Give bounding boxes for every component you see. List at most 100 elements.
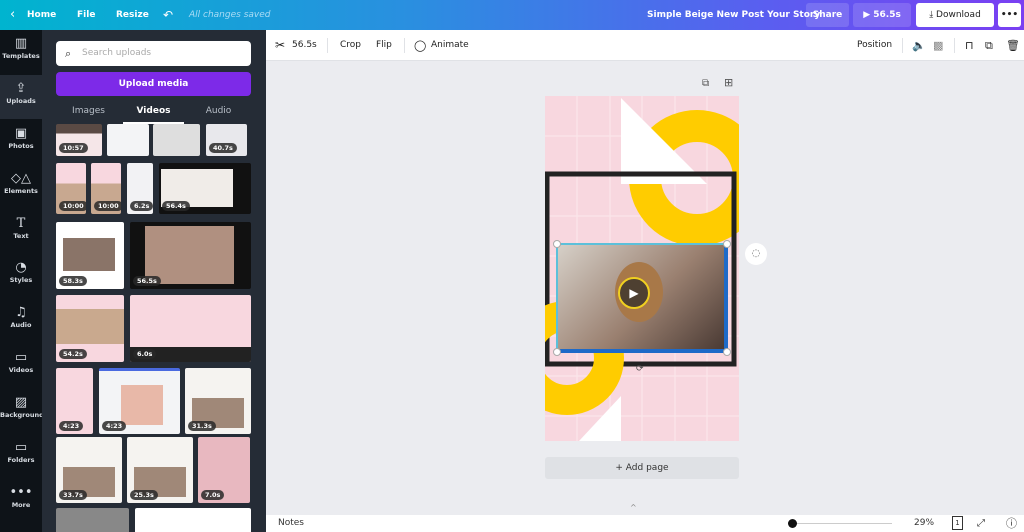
rail-item-folders[interactable]: ▭ Folders — [0, 434, 42, 478]
notes-button[interactable]: Notes — [278, 515, 304, 532]
add-page-button[interactable]: + Add page — [545, 457, 739, 479]
zoom-slider-handle[interactable] — [788, 519, 797, 528]
video-thumbnail[interactable]: 33.7s — [56, 437, 122, 503]
rail-item-text[interactable]: T Text — [0, 210, 42, 254]
video-thumbnail[interactable]: 10:57 — [56, 124, 102, 156]
play-video-icon[interactable]: ▶ — [618, 277, 650, 309]
duration-badge: 33.7s — [59, 490, 87, 500]
duration-badge: 31.3s — [188, 421, 216, 431]
animate-button[interactable]: Animate — [431, 30, 469, 61]
resize-handle[interactable] — [723, 240, 731, 248]
video-thumbnail[interactable]: 58.3s — [56, 222, 124, 289]
rail-item-styles[interactable]: ◔ Styles — [0, 254, 42, 298]
animate-icon[interactable]: ◯ — [414, 30, 426, 61]
zoom-slider[interactable] — [788, 523, 892, 524]
video-thumbnail[interactable]: 10:00 — [56, 163, 86, 214]
rail-label: Text — [13, 232, 29, 240]
rail-item-more[interactable]: ••• More — [0, 479, 42, 523]
upload-media-button[interactable]: Upload media — [56, 72, 251, 96]
search-placeholder: Search uploads — [82, 48, 152, 58]
duration-badge: 25.3s — [130, 490, 158, 500]
share-label: Share — [812, 10, 843, 20]
crop-button[interactable]: Crop — [340, 30, 361, 61]
duplicate-page-icon[interactable]: ⧉ — [702, 78, 709, 89]
tab-videos[interactable]: Videos — [121, 102, 186, 124]
divider — [902, 38, 903, 53]
volume-icon[interactable]: 🔈 — [912, 30, 926, 61]
duplicate-icon[interactable]: ⧉ — [985, 30, 993, 61]
tab-images[interactable]: Images — [56, 102, 121, 120]
transparency-icon[interactable]: ▩ — [933, 30, 943, 61]
trim-duration[interactable]: 56.5s — [292, 30, 317, 61]
trash-icon[interactable]: 🗑 — [1006, 30, 1020, 61]
upload-cloud-icon: ⇪ — [15, 81, 27, 96]
add-page-icon[interactable]: ⊞ — [724, 76, 733, 89]
video-thumbnail[interactable]: 31.3s — [185, 368, 251, 434]
share-button[interactable]: Share — [806, 3, 849, 27]
video-thumbnail[interactable]: 6.2s — [127, 163, 153, 214]
unlock-icon[interactable]: ⊓ — [965, 30, 974, 61]
document-title[interactable]: Simple Beige New Post Your Story — [647, 0, 820, 30]
home-button[interactable]: Home — [27, 0, 56, 30]
rail-label: Photos — [8, 142, 34, 150]
fullscreen-icon[interactable]: ⤢ — [977, 515, 985, 532]
video-thumbnail[interactable] — [107, 124, 149, 156]
tab-audio[interactable]: Audio — [186, 102, 251, 120]
text-icon: T — [16, 216, 26, 231]
video-thumbnail[interactable] — [56, 508, 129, 532]
video-thumbnail[interactable]: 56.4s — [159, 163, 251, 214]
page-count-button[interactable]: 1 — [952, 516, 963, 530]
rail-item-background[interactable]: ▨ Background — [0, 389, 44, 433]
video-thumbnail[interactable]: 4:23 — [99, 368, 180, 434]
rail-item-videos[interactable]: ▭ Videos — [0, 344, 42, 388]
save-status: All changes saved — [189, 10, 271, 20]
duration-badge: 6.0s — [133, 349, 157, 359]
rail-item-elements[interactable]: ◇△ Elements — [0, 165, 42, 209]
divider — [404, 38, 405, 53]
video-thumbnail[interactable]: 4:23 — [56, 368, 93, 434]
video-thumbnail[interactable]: 25.3s — [127, 437, 193, 503]
download-button[interactable]: ⤓ Download — [916, 3, 994, 27]
file-menu[interactable]: File — [77, 0, 95, 30]
video-thumbnail[interactable]: 54.2s — [56, 295, 124, 362]
rail-label: Uploads — [6, 97, 36, 105]
chevron-up-icon[interactable]: ^ — [630, 503, 637, 512]
uploads-panel: ⌕ Search uploads Upload media Images Vid… — [42, 30, 266, 532]
help-icon[interactable]: ⓘ — [1006, 515, 1017, 532]
resize-handle[interactable] — [553, 348, 561, 356]
back-chevron-icon[interactable]: ‹ — [10, 0, 15, 30]
video-thumbnail[interactable] — [135, 508, 251, 532]
music-note-icon: ♫ — [15, 305, 27, 320]
selected-video-element[interactable]: ▶ — [553, 240, 731, 356]
side-rail: ▥ Templates ⇪ Uploads ▣ Photos ◇△ Elements T… — [0, 30, 44, 532]
rail-label: Audio — [10, 321, 32, 329]
rail-item-templates[interactable]: ▥ Templates — [0, 30, 42, 74]
zoom-level[interactable]: 29% — [914, 515, 934, 532]
search-uploads-input[interactable]: ⌕ Search uploads — [56, 41, 251, 66]
rail-item-audio[interactable]: ♫ Audio — [0, 299, 42, 343]
more-options-button[interactable]: ••• — [998, 3, 1021, 27]
rail-item-uploads[interactable]: ⇪ Uploads — [0, 75, 42, 119]
resize-handle[interactable] — [553, 240, 561, 248]
resize-button[interactable]: Resize — [116, 0, 149, 30]
video-thumbnail[interactable] — [153, 124, 200, 156]
video-thumbnail[interactable]: 40.7s — [206, 124, 247, 156]
horizontal-scrollbar[interactable]: ^ — [266, 503, 1024, 515]
play-button[interactable]: ▶ 56.5s — [853, 3, 911, 27]
rail-item-photos[interactable]: ▣ Photos — [0, 120, 42, 164]
flip-button[interactable]: Flip — [376, 30, 392, 61]
resize-handle[interactable] — [723, 348, 731, 356]
video-thumbnail[interactable]: 7.0s — [198, 437, 250, 503]
rotate-icon[interactable]: ⟳ — [636, 364, 644, 374]
video-thumbnail[interactable]: 6.0s — [130, 295, 251, 362]
video-thumbnail[interactable]: 56.5s — [130, 222, 251, 289]
position-button[interactable]: Position — [857, 30, 892, 61]
video-thumbnail-grid[interactable]: 10:57 40.7s 10:00 10:00 6.2s 56.4s 58.3s… — [42, 124, 266, 532]
undo-icon[interactable]: ↶ — [163, 0, 173, 30]
video-icon: ▭ — [14, 350, 28, 365]
add-comment-button[interactable]: ◌ — [745, 243, 767, 265]
scissors-icon[interactable]: ✂ — [275, 30, 285, 61]
design-page[interactable]: ▶ ⟳ — [545, 96, 739, 441]
video-thumbnail[interactable]: 10:00 — [91, 163, 121, 214]
divider — [327, 38, 328, 53]
